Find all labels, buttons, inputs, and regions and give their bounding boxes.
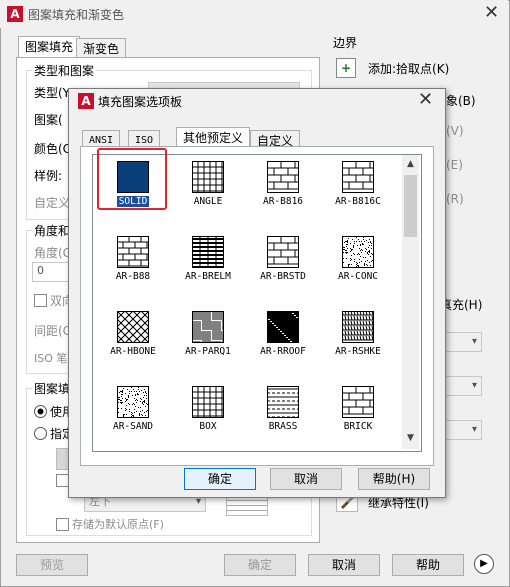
swatch-label: 样例: <box>34 169 63 183</box>
specify-origin-radio[interactable] <box>34 427 47 440</box>
pattern-tile-ar-parq1[interactable]: AR-PARQ1 <box>170 307 246 379</box>
add-pick-points-icon[interactable]: + <box>336 58 356 78</box>
scroll-down-icon[interactable]: ▼ <box>407 433 414 443</box>
type-label: 类型(Y <box>34 86 71 100</box>
chevron-down-icon: ▾ <box>471 380 477 391</box>
palette-ok-button[interactable]: 确定 <box>184 468 256 490</box>
pattern-tile-angle[interactable]: ANGLE <box>170 157 246 229</box>
pattern-tile-ar-conc[interactable]: AR-CONC <box>320 232 396 304</box>
pattern-label: AR-BRSTD <box>260 271 306 282</box>
pattern-swatch <box>342 161 374 193</box>
pattern-swatch <box>117 236 149 268</box>
pattern-label: AR-PARQ1 <box>185 346 231 357</box>
pattern-label: AR-RROOF <box>260 346 306 357</box>
tab-gradient[interactable]: 渐变色 <box>76 38 127 59</box>
autocad-logo-icon: A <box>7 6 23 22</box>
layer-select[interactable]: ▾ <box>444 376 482 396</box>
main-close-icon[interactable]: ✕ <box>484 4 499 22</box>
selection-highlight-box <box>97 148 167 210</box>
iso-pen-label: ISO 笔 <box>34 352 68 365</box>
pattern-tile-ar-b88[interactable]: AR-B88 <box>95 232 171 304</box>
palette-cancel-button[interactable]: 取消 <box>270 468 342 490</box>
tab-hatch[interactable]: 图案填充 <box>18 36 81 57</box>
boundary-title: 边界 <box>333 36 358 50</box>
pattern-swatch <box>267 161 299 193</box>
add-select-objects-label[interactable]: 象(B) <box>446 92 476 109</box>
more-options-icon[interactable]: ▶ <box>474 554 494 574</box>
pattern-tile-ar-b816c[interactable]: AR-B816C <box>320 157 396 229</box>
pattern-tile-ar-brstd[interactable]: AR-BRSTD <box>245 232 321 304</box>
pattern-label: BRASS <box>268 421 298 432</box>
remove-boundaries-label: (E) <box>446 158 463 172</box>
pattern-label: AR-RSHKE <box>335 346 381 357</box>
pattern-label: AR-BRELM <box>185 271 231 282</box>
pattern-label: BRICK <box>343 421 373 432</box>
pattern-label: AR-B88 <box>115 271 151 282</box>
pattern-swatch <box>117 386 149 418</box>
preview-button[interactable]: 预览 <box>16 554 88 576</box>
pattern-label: AR-HBONE <box>110 346 156 357</box>
pattern-label: BOX <box>199 421 217 432</box>
pattern-swatch <box>192 386 224 418</box>
pattern-tile-ar-rshke[interactable]: AR-RSHKE <box>320 307 396 379</box>
palette-title: 填充图案选项板 <box>98 95 183 109</box>
pattern-label: 图案( <box>34 113 63 127</box>
pattern-tile-ar-rroof[interactable]: AR-RROOF <box>245 307 321 379</box>
pattern-tile-ar-sand[interactable]: AR-SAND <box>95 382 171 451</box>
pattern-swatch <box>192 161 224 193</box>
hatch-origin-title: 图案填 <box>32 380 73 397</box>
angle-label: 角度(G <box>34 246 72 260</box>
main-window-title: 图案填充和渐变色 <box>28 8 125 22</box>
pattern-scrollbar[interactable]: ▲ ▼ <box>402 155 419 449</box>
spacing-label: 间距(C <box>34 324 72 338</box>
cancel-button[interactable]: 取消 <box>308 554 380 576</box>
chevron-down-icon: ▾ <box>471 336 477 347</box>
pattern-tile-ar-brelm[interactable]: AR-BRELM <box>170 232 246 304</box>
use-current-radio[interactable] <box>34 405 47 418</box>
pattern-swatch <box>267 386 299 418</box>
pattern-swatch <box>192 236 224 268</box>
pattern-swatch <box>117 311 149 343</box>
pattern-label: AR-B816 <box>262 196 304 207</box>
transparency-select[interactable]: ▾ <box>444 420 482 440</box>
type-pattern-title: 类型和图案 <box>32 62 97 79</box>
pattern-tile-box[interactable]: BOX <box>170 382 246 451</box>
recreate-boundary-label: (R) <box>446 192 464 206</box>
angle-value: 0 <box>37 264 44 277</box>
store-default-label: 存储为默认原点(F) <box>72 518 164 531</box>
help-button[interactable]: 帮助 <box>392 554 464 576</box>
palette-close-icon[interactable]: ✕ <box>418 91 433 109</box>
pattern-swatch <box>192 311 224 343</box>
draw-order-select[interactable]: ▾ <box>444 332 482 352</box>
pattern-swatch <box>342 386 374 418</box>
add-pick-points-label[interactable]: 添加:拾取点(K) <box>368 60 449 77</box>
double-checkbox[interactable] <box>34 294 47 307</box>
pattern-label: ANGLE <box>193 196 223 207</box>
pattern-tile-brass[interactable]: BRASS <box>245 382 321 451</box>
pattern-label: AR-CONC <box>337 271 379 282</box>
pattern-swatch <box>342 311 374 343</box>
pattern-tile-ar-b816[interactable]: AR-B816 <box>245 157 321 229</box>
scroll-up-icon[interactable]: ▲ <box>407 159 414 169</box>
separate-hatches-label: 真充(H) <box>440 298 483 312</box>
palette-help-button[interactable]: 帮助(H) <box>358 468 430 490</box>
store-default-checkbox[interactable] <box>56 518 69 531</box>
pattern-swatch <box>267 311 299 343</box>
ok-button[interactable]: 确定 <box>224 554 296 576</box>
custom-pattern-label: 自定义 <box>34 196 71 210</box>
view-selections-label: (V) <box>446 124 464 138</box>
color-label: 颜色(C <box>34 142 72 156</box>
scroll-thumb[interactable] <box>404 175 417 237</box>
pattern-swatch <box>267 236 299 268</box>
palette-logo-icon: A <box>78 93 94 109</box>
pattern-tile-brick[interactable]: BRICK <box>320 382 396 451</box>
angle-scale-title: 角度和 <box>32 222 73 239</box>
pattern-label: AR-SAND <box>112 421 154 432</box>
pattern-tile-ar-hbone[interactable]: AR-HBONE <box>95 307 171 379</box>
pattern-swatch <box>342 236 374 268</box>
pattern-label: AR-B816C <box>335 196 381 207</box>
chevron-down-icon: ▾ <box>471 424 477 435</box>
